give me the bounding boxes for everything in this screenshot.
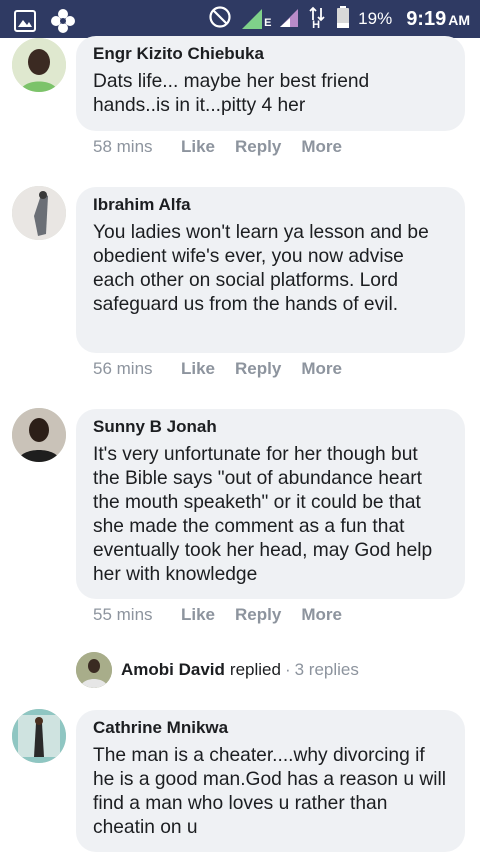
more-button[interactable]: More xyxy=(301,137,342,157)
comment-time: 55 mins xyxy=(93,605,153,624)
like-button[interactable]: Like xyxy=(181,359,215,379)
settings-flower-icon xyxy=(50,8,76,39)
comment-actions: 55 mins Like Reply More xyxy=(93,605,362,625)
comment-time: 58 mins xyxy=(93,137,153,156)
clock-ampm: AM xyxy=(448,11,470,28)
comment-bubble[interactable]: Cathrine Mnikwa The man is a cheater....… xyxy=(76,710,465,852)
comment-actions: 56 mins Like Reply More xyxy=(93,359,362,379)
status-bar: E H 19% 9:19 AM xyxy=(0,0,480,38)
comment-text: The man is a cheater....why divorcing if… xyxy=(93,745,447,838)
like-button[interactable]: Like xyxy=(181,137,215,157)
view-replies-link[interactable]: Amobi David replied · 3 replies xyxy=(76,652,359,688)
reply-button[interactable]: Reply xyxy=(235,359,281,379)
signal-icon: E xyxy=(240,7,272,31)
comment-bubble[interactable]: Sunny B Jonah It's very unfortunate for … xyxy=(76,409,465,599)
data-arrows-icon: H xyxy=(308,6,328,32)
comment-time: 56 mins xyxy=(93,359,153,378)
clock-time: 9:19 xyxy=(406,7,447,30)
comment-author[interactable]: Sunny B Jonah xyxy=(93,417,447,437)
more-button[interactable]: More xyxy=(301,359,342,379)
reply-count[interactable]: 3 replies xyxy=(295,660,359,680)
do-not-disturb-icon xyxy=(208,5,232,34)
signal-icon xyxy=(278,5,300,34)
avatar[interactable] xyxy=(12,709,66,763)
reply-button[interactable]: Reply xyxy=(235,605,281,625)
reply-button[interactable]: Reply xyxy=(235,137,281,157)
like-button[interactable]: Like xyxy=(181,605,215,625)
more-button[interactable]: More xyxy=(301,605,342,625)
comment-author[interactable]: Ibrahim Alfa xyxy=(93,195,447,215)
battery-percent: 19% xyxy=(358,9,393,28)
avatar[interactable] xyxy=(12,186,66,240)
avatar[interactable] xyxy=(12,38,66,92)
comment-author[interactable]: Cathrine Mnikwa xyxy=(93,718,447,738)
comment-text: Dats life... maybe her best friend hands… xyxy=(93,71,370,116)
comment-bubble[interactable]: Engr Kizito Chiebuka Dats life... maybe … xyxy=(76,36,465,131)
image-icon xyxy=(14,10,36,37)
separator-dot: · xyxy=(284,660,291,679)
comment-text: It's very unfortunate for her though but… xyxy=(93,444,433,585)
comment-actions: 58 mins Like Reply More xyxy=(93,137,362,157)
replied-label: replied xyxy=(229,660,281,679)
avatar xyxy=(76,652,112,688)
comment-author[interactable]: Engr Kizito Chiebuka xyxy=(93,44,447,64)
reply-author[interactable]: Amobi David xyxy=(121,660,225,680)
battery-icon xyxy=(336,5,350,34)
avatar[interactable] xyxy=(12,408,66,462)
comment-text: You ladies won't learn ya lesson and be … xyxy=(93,222,429,315)
comment-bubble[interactable]: Ibrahim Alfa You ladies won't learn ya l… xyxy=(76,187,465,353)
